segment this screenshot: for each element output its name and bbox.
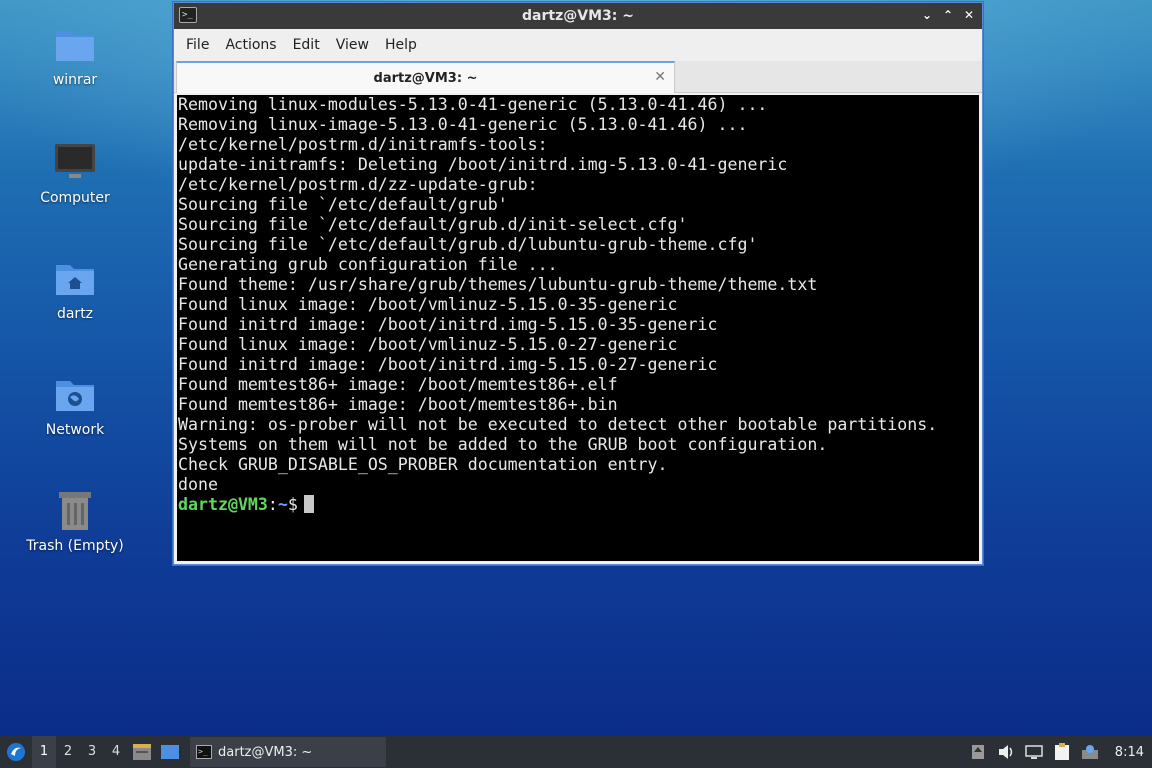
menu-view[interactable]: View — [328, 37, 377, 53]
workspace-4[interactable]: 4 — [104, 736, 128, 768]
terminal-line: Removing linux-image-5.13.0-41-generic (… — [178, 115, 748, 134]
window-title: dartz@VM3: ~ — [522, 8, 634, 24]
prompt-user-host: dartz@VM3 — [178, 495, 268, 514]
terminal-line: Found initrd image: /boot/initrd.img-5.1… — [178, 315, 718, 334]
folder-icon — [53, 22, 97, 66]
desktop-icon-winrar[interactable]: winrar — [20, 22, 130, 88]
clock[interactable]: 8:14 — [1115, 745, 1144, 760]
taskbar: 1 2 3 4 >_ dartz@VM3: ~ 8:14 — [0, 736, 1152, 768]
trash-icon — [53, 488, 97, 532]
terminal-line: update-initramfs: Deleting /boot/initrd.… — [178, 155, 788, 174]
menubar: File Actions Edit View Help — [174, 29, 982, 61]
terminal-line: Found theme: /usr/share/grub/themes/lubu… — [178, 275, 818, 294]
lubuntu-logo-icon — [7, 743, 25, 761]
tab-close-icon[interactable]: ✕ — [654, 69, 666, 85]
desktop-icon-network[interactable]: Network — [20, 372, 130, 438]
clipboard-icon[interactable] — [1053, 743, 1071, 761]
update-notifier-icon[interactable] — [969, 743, 987, 761]
minimize-button[interactable]: ⌄ — [920, 6, 934, 24]
terminal-line: done — [178, 475, 218, 494]
desktop-icon-label: Trash (Empty) — [26, 538, 124, 554]
terminal-line: /etc/kernel/postrm.d/initramfs-tools: — [178, 135, 548, 154]
task-terminal[interactable]: >_ dartz@VM3: ~ — [190, 737, 386, 767]
terminal-line: Check GRUB_DISABLE_OS_PROBER documentati… — [178, 455, 668, 474]
terminal-line: /etc/kernel/postrm.d/zz-update-grub: — [178, 175, 538, 194]
menu-edit[interactable]: Edit — [285, 37, 328, 53]
desktop-icon-label: winrar — [52, 72, 98, 88]
tab-terminal[interactable]: dartz@VM3: ~ ✕ — [176, 61, 675, 93]
file-manager-launcher-icon[interactable] — [128, 736, 156, 768]
terminal-line: Generating grub configuration file ... — [178, 255, 558, 274]
desktop-icon-computer[interactable]: Computer — [20, 140, 130, 206]
terminal-output[interactable]: Removing linux-modules-5.13.0-41-generic… — [177, 95, 979, 561]
prompt-symbol: $ — [287, 495, 298, 514]
start-menu-button[interactable] — [0, 736, 32, 768]
terminal-line: Found memtest86+ image: /boot/memtest86+… — [178, 375, 618, 394]
terminal-line: Removing linux-modules-5.13.0-41-generic… — [178, 95, 768, 114]
menu-file[interactable]: File — [178, 37, 217, 53]
terminal-window[interactable]: >_ dartz@VM3: ~ ⌄ ⌃ ✕ File Actions Edit … — [173, 2, 983, 565]
terminal-cursor — [303, 495, 314, 513]
network-folder-icon — [53, 372, 97, 416]
notification-icon[interactable] — [1081, 743, 1099, 761]
volume-icon[interactable] — [997, 743, 1015, 761]
terminal-line: Sourcing file `/etc/default/grub.d/lubun… — [178, 235, 758, 254]
system-tray: 8:14 — [969, 743, 1152, 761]
show-desktop-icon[interactable] — [156, 736, 184, 768]
menu-help[interactable]: Help — [377, 37, 425, 53]
terminal-line: Found memtest86+ image: /boot/memtest86+… — [178, 395, 618, 414]
task-label: dartz@VM3: ~ — [218, 744, 313, 760]
terminal-line: Sourcing file `/etc/default/grub' — [178, 195, 508, 214]
maximize-button[interactable]: ⌃ — [941, 6, 955, 24]
terminal-line: Sourcing file `/etc/default/grub.d/init-… — [178, 215, 688, 234]
prompt-path: ~ — [277, 495, 288, 514]
menu-actions[interactable]: Actions — [217, 37, 284, 53]
terminal-line: Found linux image: /boot/vmlinuz-5.15.0-… — [178, 335, 678, 354]
terminal-line: Warning: os-prober will not be executed … — [178, 415, 938, 434]
desktop-icon-trash[interactable]: Trash (Empty) — [20, 488, 130, 554]
terminal-prompt[interactable]: dartz@VM3:~$ — [178, 495, 979, 515]
desktop-icon-label: Network — [45, 422, 105, 438]
workspace-2[interactable]: 2 — [56, 736, 80, 768]
workspace-3[interactable]: 3 — [80, 736, 104, 768]
terminal-task-icon: >_ — [196, 745, 212, 759]
desktop-icon-dartz[interactable]: dartz — [20, 256, 130, 322]
terminal-line: Systems on them will not be added to the… — [178, 435, 828, 454]
desktop-icon-label: dartz — [56, 306, 94, 322]
terminal-line: Found initrd image: /boot/initrd.img-5.1… — [178, 355, 718, 374]
tab-label: dartz@VM3: ~ — [373, 70, 478, 86]
prompt-separator: : — [267, 495, 278, 514]
terminal-app-icon: >_ — [179, 7, 197, 23]
close-button[interactable]: ✕ — [962, 6, 976, 24]
computer-icon — [53, 140, 97, 184]
terminal-line: Found linux image: /boot/vmlinuz-5.15.0-… — [178, 295, 678, 314]
window-titlebar[interactable]: >_ dartz@VM3: ~ ⌄ ⌃ ✕ — [174, 3, 982, 29]
tab-bar: dartz@VM3: ~ ✕ — [174, 61, 982, 93]
desktop-icon-label: Computer — [40, 190, 110, 206]
home-folder-icon — [53, 256, 97, 300]
workspace-1[interactable]: 1 — [32, 736, 56, 768]
network-icon[interactable] — [1025, 743, 1043, 761]
